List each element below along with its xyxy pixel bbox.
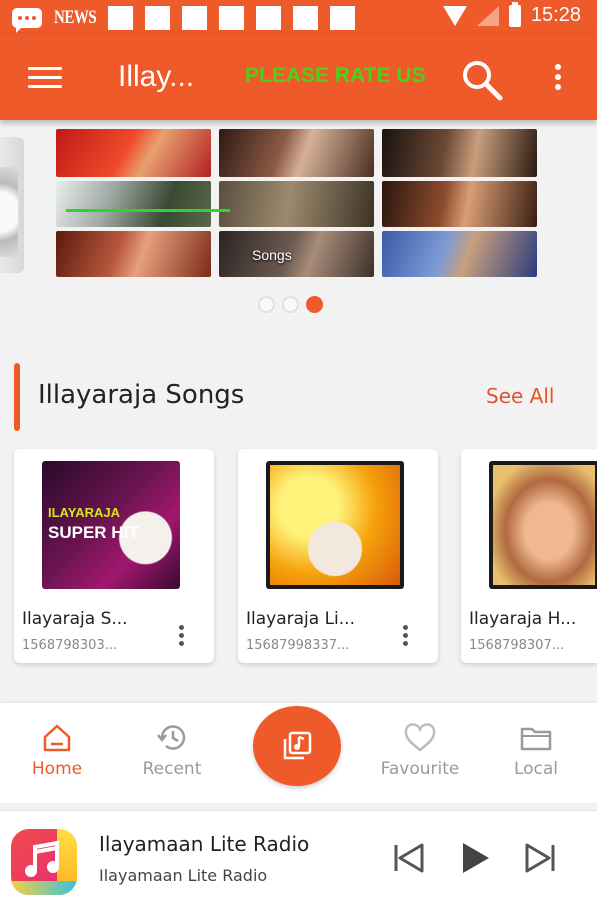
album-card[interactable]: Ilayaraja Li... 15687998337... xyxy=(238,449,438,663)
nav-home[interactable]: Home xyxy=(2,723,112,779)
more-vert-icon[interactable] xyxy=(400,625,410,651)
banner-tile xyxy=(382,181,537,227)
banner-tile xyxy=(382,231,537,277)
notification-square-icon xyxy=(330,6,356,30)
app-title: Illay... xyxy=(118,60,195,93)
heart-icon xyxy=(404,723,436,752)
album-art xyxy=(266,461,404,589)
carousel-dot[interactable] xyxy=(258,296,275,313)
rate-us-button[interactable]: PLEASE RATE US xyxy=(245,64,425,88)
nav-local[interactable]: Local xyxy=(481,723,591,779)
banner-tile xyxy=(219,129,374,177)
player-title: Ilayamaan Lite Radio xyxy=(99,832,310,856)
see-all-link[interactable]: See All xyxy=(486,384,554,408)
album-art: ILAYARAJA SUPER HIT xyxy=(42,461,180,589)
folder-icon xyxy=(520,727,552,751)
banner-overlay-text: Songs xyxy=(252,247,292,263)
album-card[interactable]: Ilayaraja H... 1568798307... xyxy=(461,449,597,663)
album-art-text: SUPER HIT xyxy=(48,523,139,542)
previous-icon[interactable] xyxy=(392,841,426,875)
album-art-text: ILAYARAJA xyxy=(48,505,121,520)
more-vert-icon[interactable] xyxy=(553,64,563,94)
music-note-icon xyxy=(25,840,59,877)
notification-square-icon xyxy=(256,6,282,30)
carousel-indicator xyxy=(258,296,323,313)
play-icon[interactable] xyxy=(459,841,493,875)
album-card[interactable]: ILAYARAJA SUPER HIT Ilayaraja S... 15687… xyxy=(14,449,214,663)
notification-square-icon xyxy=(182,6,208,30)
app-bar: Illay... PLEASE RATE US xyxy=(0,34,597,120)
banner-tile xyxy=(56,129,211,177)
signal-icon xyxy=(476,5,499,26)
next-icon[interactable] xyxy=(523,841,557,875)
music-library-icon xyxy=(283,731,312,760)
history-icon xyxy=(157,725,186,750)
message-icon xyxy=(12,8,42,33)
nav-favourite[interactable]: Favourite xyxy=(365,723,475,779)
wifi-icon xyxy=(442,5,467,26)
banner-tile xyxy=(382,129,537,177)
album-title: Ilayaraja Li... xyxy=(246,609,355,629)
player-subtitle: Ilayamaan Lite Radio xyxy=(99,866,268,885)
section-title: Illayaraja Songs xyxy=(38,380,245,410)
carousel-previous-slide[interactable] xyxy=(0,137,24,273)
more-vert-icon[interactable] xyxy=(176,625,186,651)
album-subtitle: 1568798303... xyxy=(22,638,118,653)
nav-label: Local xyxy=(513,759,559,779)
album-subtitle: 1568798307... xyxy=(469,638,565,653)
nav-label: Favourite xyxy=(380,759,460,779)
album-art xyxy=(489,461,597,589)
notification-square-icon xyxy=(108,6,134,30)
player-artwork xyxy=(11,829,77,895)
status-time: 15:28 xyxy=(530,4,581,26)
notification-square-icon xyxy=(219,6,245,30)
section-accent-bar xyxy=(14,363,20,431)
home-icon xyxy=(43,724,71,752)
carousel-dot-active[interactable] xyxy=(306,296,323,313)
banner-tile xyxy=(56,181,211,227)
album-title: Ilayaraja H... xyxy=(469,609,577,629)
notification-square-icon xyxy=(293,6,319,30)
banner-progress-line xyxy=(66,209,230,212)
banner-tile xyxy=(219,231,374,277)
banner-carousel[interactable] xyxy=(56,129,538,279)
music-library-button[interactable] xyxy=(253,706,341,786)
mini-player[interactable]: Ilayamaan Lite Radio Ilayamaan Lite Radi… xyxy=(0,810,597,900)
notification-square-icon xyxy=(145,6,171,30)
search-icon[interactable] xyxy=(460,58,504,102)
carousel-dot[interactable] xyxy=(282,296,299,313)
nav-label: Recent xyxy=(142,759,202,779)
news-icon: NEWS xyxy=(54,7,97,28)
banner-tile xyxy=(56,231,211,277)
menu-icon[interactable] xyxy=(28,67,62,89)
battery-icon xyxy=(508,1,521,27)
banner-tile xyxy=(219,181,374,227)
album-title: Ilayaraja S... xyxy=(22,609,128,629)
album-subtitle: 15687998337... xyxy=(246,638,350,653)
nav-label: Home xyxy=(31,759,83,779)
status-bar: NEWS 15:28 xyxy=(0,0,597,34)
nav-recent[interactable]: Recent xyxy=(117,723,227,779)
